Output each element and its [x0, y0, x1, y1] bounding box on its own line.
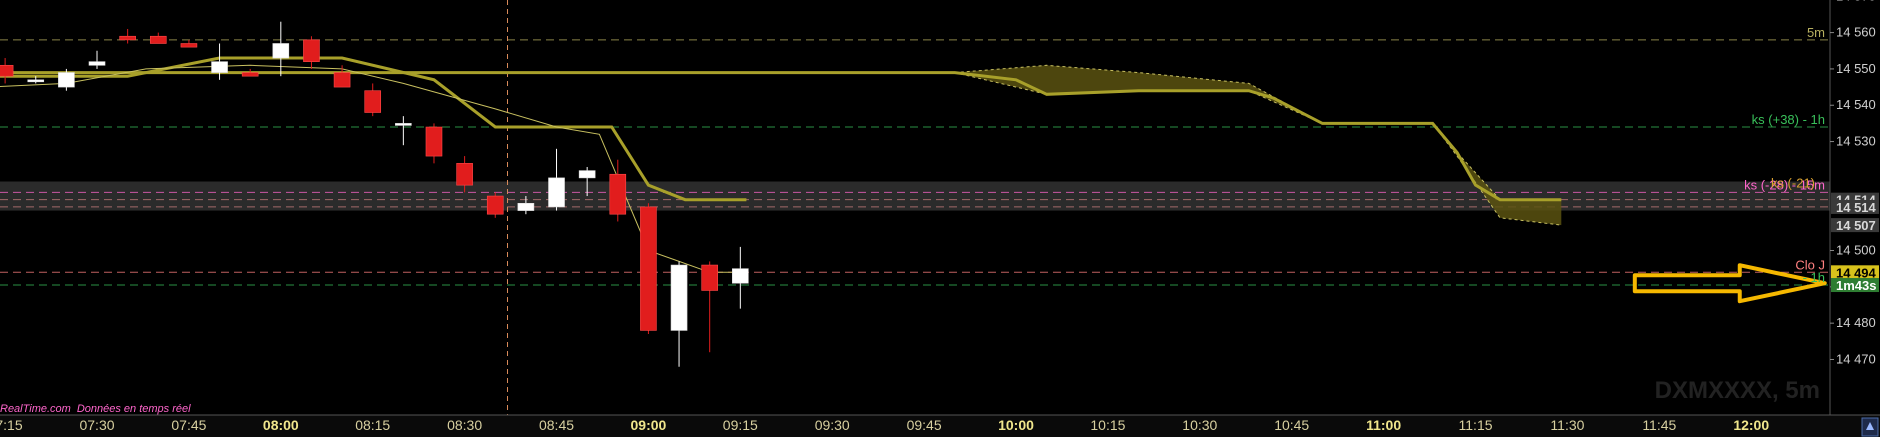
time-tick-label: 08:30 — [447, 417, 482, 433]
price-tick-label: 14 530 — [1836, 134, 1876, 149]
candle-body — [517, 203, 535, 211]
level-label: 5m — [1807, 25, 1825, 40]
candle-body — [425, 126, 443, 157]
time-tick-label: 09:45 — [907, 417, 942, 433]
candle-body — [88, 61, 106, 66]
scroll-up-button[interactable] — [1861, 417, 1879, 437]
time-tick-label: 09:30 — [815, 417, 850, 433]
time-tick-label: 11:15 — [1459, 417, 1493, 433]
symbol-watermark: DXMXXXX, 5m — [1655, 377, 1820, 404]
candle-body — [0, 64, 14, 77]
chart: 5m ks (+38) - 1h ks (-28) - 15m Clo J- 1h ks… — [0, 0, 1880, 437]
candle-body — [58, 72, 75, 88]
candle-body — [272, 43, 290, 59]
price-tick-label: 14 470 — [1836, 351, 1876, 366]
time-tick-label: 11:30 — [1550, 417, 1584, 433]
candle-body — [180, 43, 198, 48]
candle-body — [670, 264, 688, 331]
time-tick-label: 07:15 — [0, 417, 23, 433]
candle-body — [333, 72, 351, 88]
price-tick-label: 14 550 — [1836, 61, 1876, 76]
candle-body — [395, 123, 412, 126]
time-tick-label: 10:15 — [1090, 417, 1125, 433]
time-tick-label: 10:45 — [1274, 417, 1309, 433]
overlap-label: ks (-21) — [1771, 175, 1815, 190]
time-tick-label: 10:30 — [1182, 417, 1217, 433]
candle-body — [732, 268, 749, 284]
price-tick-label: 14 570 — [1836, 0, 1876, 3]
price-tick-label: 14 560 — [1836, 25, 1876, 40]
time-tick-label: 09:15 — [723, 417, 758, 433]
candle-body — [486, 195, 504, 215]
credit-note: Données en temps réel — [77, 403, 191, 415]
candle-body — [211, 61, 228, 73]
candle-body — [609, 173, 627, 215]
price-tick-label: 14 500 — [1836, 243, 1876, 258]
candle-body — [640, 206, 657, 331]
price-tag: 14 514 — [1831, 199, 1879, 215]
candle-body — [149, 35, 167, 44]
time-tick-label: 07:30 — [79, 417, 114, 433]
price-tag-label: 14 507 — [1836, 218, 1876, 233]
time-tick-label: 09:00 — [631, 417, 667, 433]
time-tick-label: 10:00 — [998, 417, 1034, 433]
time-tick-label: 11:45 — [1642, 417, 1676, 433]
time-tick-label: 12:00 — [1733, 417, 1769, 433]
candle-body — [456, 163, 473, 186]
candle — [486, 192, 504, 218]
level-label: ks (+38) - 1h — [1752, 112, 1825, 127]
candle-body — [364, 90, 382, 113]
time-tick-label: 08:15 — [355, 417, 390, 433]
candle-body — [27, 79, 45, 83]
price-tick-label: 14 480 — [1836, 315, 1876, 330]
price-tick-label: 14 540 — [1836, 97, 1876, 112]
chart-background — [0, 0, 1880, 437]
svg-text:RealTime.comDonnées en temps r: RealTime.com Données en temps réel — [0, 403, 191, 415]
candle-body — [303, 39, 320, 62]
candle-body — [578, 170, 596, 179]
level-label: - 1h — [1803, 270, 1825, 285]
price-tag-label: 14 514 — [1836, 200, 1877, 215]
candle-body — [241, 72, 259, 77]
candle-body — [701, 264, 718, 291]
price-tag: 14 507 — [1831, 218, 1879, 233]
candle — [640, 203, 657, 335]
credit-site: RealTime.com — [0, 403, 71, 415]
time-tick-label: 07:45 — [171, 417, 206, 433]
candle-body — [119, 35, 136, 41]
time-axis[interactable]: 07:15 07:30 07:45 08:00 08:15 08:30 08:45 09:00… — [0, 414, 1880, 437]
time-tick-label: 11:00 — [1366, 417, 1401, 433]
chart-svg: 5mks (+38) - 1hks (-28) - 15mClo J- 1hks… — [0, 0, 1880, 437]
time-tick-label: 08:45 — [539, 417, 574, 433]
price-tag-label: 1m43s — [1836, 278, 1876, 293]
candle-body — [548, 177, 565, 208]
price-tag: 1m43s — [1831, 278, 1879, 293]
price-axis[interactable]: 14 570 14 560 14 550 14 540 14 530 14 500 14 4… — [1829, 0, 1880, 437]
time-tick-label: 08:00 — [263, 417, 299, 433]
